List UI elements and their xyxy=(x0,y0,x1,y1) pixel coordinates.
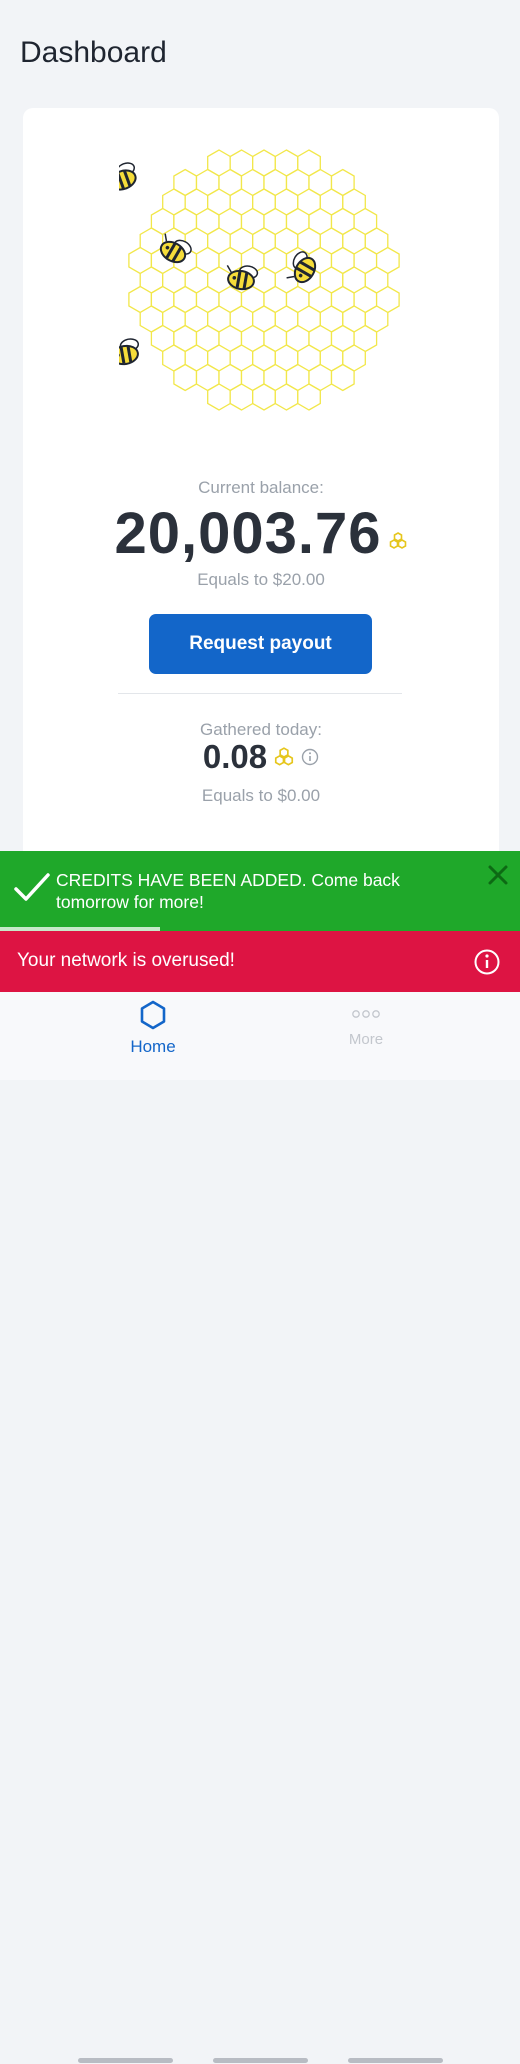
request-payout-button[interactable]: Request payout xyxy=(149,614,372,674)
honeycomb-bees-illustration xyxy=(119,149,400,411)
honeycomb-cell xyxy=(252,383,276,411)
gathered-today-equals: Equals to $0.00 xyxy=(201,786,321,805)
close-icon[interactable] xyxy=(486,863,510,892)
network-overused-notification: Your network is overused! xyxy=(0,931,520,992)
credits-added-message: CREDITS HAVE BEEN ADDED. Come back tomor… xyxy=(56,870,400,912)
honeycomb-cell xyxy=(274,383,299,411)
balance-row: 20,003.76 xyxy=(23,500,499,568)
info-icon[interactable] xyxy=(473,948,501,981)
checkmark-icon xyxy=(12,867,52,912)
info-icon[interactable] xyxy=(301,748,319,771)
gesture-segment xyxy=(213,2058,308,2063)
gesture-segment xyxy=(348,2058,443,2063)
nav-label-home: Home xyxy=(130,1037,176,1056)
bee-icon xyxy=(119,338,140,366)
honeycomb-cell xyxy=(207,383,231,411)
balance-card: Current balance: 20,003.76 Equals to $20… xyxy=(23,108,499,868)
page-title: Dashboard xyxy=(20,36,167,69)
nav-item-home[interactable]: Home xyxy=(98,1000,208,1057)
bee-icon xyxy=(119,162,137,191)
honeycomb-cell xyxy=(330,363,355,392)
system-gesture-bar xyxy=(0,2058,520,2064)
dots-icon xyxy=(352,1010,380,1018)
balance-equals: Equals to $20.00 xyxy=(197,570,325,589)
honeycomb-coin-icon xyxy=(388,531,408,556)
credits-added-notification: CREDITS HAVE BEEN ADDED. Come back tomor… xyxy=(0,851,520,931)
honeycomb-cell xyxy=(229,383,254,411)
gathered-today-label: Gathered today: xyxy=(200,720,322,739)
nav-item-more[interactable]: More xyxy=(311,1000,421,1048)
honeycomb-coin-icon xyxy=(273,746,295,773)
nav-label-more: More xyxy=(348,1031,384,1048)
balance-value: 20,003.76 xyxy=(114,501,382,566)
hexagon-icon xyxy=(140,1000,166,1030)
bottom-navigation: Home More xyxy=(0,992,520,2063)
gathered-today-value: 0.08 xyxy=(202,738,268,775)
network-overused-message: Your network is overused! xyxy=(17,950,235,971)
gesture-segment xyxy=(78,2058,173,2063)
balance-label: Current balance: xyxy=(198,478,324,497)
honeycomb-cell xyxy=(297,383,321,411)
honeycomb-cell xyxy=(173,363,198,392)
gathered-today-row: 0.08 xyxy=(23,738,499,776)
divider xyxy=(118,693,402,694)
